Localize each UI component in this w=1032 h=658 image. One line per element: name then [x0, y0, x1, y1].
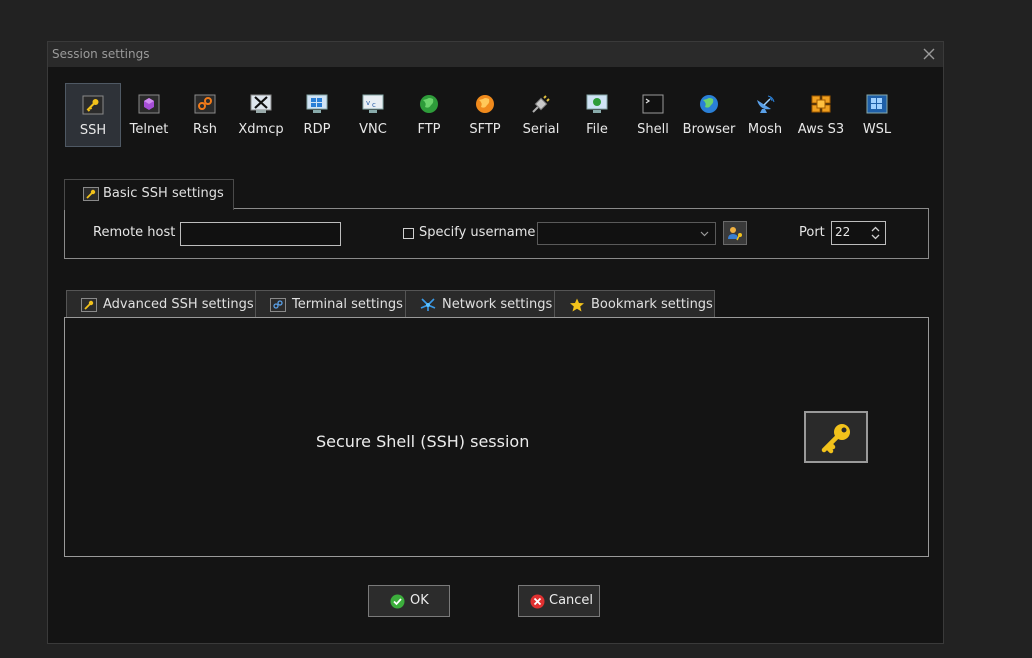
remote-host-label: Remote host *: [93, 225, 186, 240]
basic-settings-panel: Remote host * Specify username Port 22: [64, 208, 929, 259]
tab-label: Network settings: [442, 297, 553, 312]
session-type-label: Rsh: [192, 122, 218, 137]
telnet-icon: [138, 94, 160, 114]
chevron-down-icon: [700, 231, 709, 237]
close-button[interactable]: [921, 46, 937, 62]
session-type-label: SFTP: [469, 122, 501, 137]
green-globe-icon: [418, 94, 440, 114]
tab-label: Advanced SSH settings: [103, 297, 254, 312]
port-label: Port: [799, 225, 825, 240]
session-type-telnet[interactable]: Telnet: [121, 83, 177, 147]
session-type-ssh[interactable]: SSH: [65, 83, 121, 147]
serial-plug-icon: [530, 94, 552, 114]
dialog-title: Session settings: [52, 47, 150, 61]
port-value: 22: [835, 225, 851, 239]
aws-cubes-icon: [810, 94, 832, 114]
session-type-label: Shell: [637, 122, 669, 137]
key-icon: [821, 424, 850, 454]
network-icon: [420, 298, 436, 312]
windows-icon: [866, 94, 888, 114]
session-type-label: WSL: [862, 122, 892, 137]
svg-text:c: c: [372, 101, 376, 109]
session-type-rdp[interactable]: RDP: [289, 83, 345, 147]
svg-text:v: v: [366, 99, 370, 107]
session-type-badge: [804, 411, 868, 463]
session-type-label: File: [586, 122, 608, 137]
session-type-file[interactable]: File: [569, 83, 625, 147]
cancel-label: Cancel: [549, 593, 594, 608]
remote-host-input[interactable]: [180, 222, 341, 246]
key-icon: [81, 298, 97, 312]
session-type-label: Aws S3: [797, 122, 845, 137]
close-icon: [923, 48, 935, 60]
cancel-circle-icon: [530, 594, 545, 609]
session-type-browser[interactable]: Browser: [681, 83, 737, 147]
specify-username-label[interactable]: Specify username: [419, 225, 535, 240]
session-type-label: VNC: [359, 122, 387, 137]
tab-basic-ssh-settings[interactable]: Basic SSH settings: [64, 179, 234, 210]
session-type-aws-s3[interactable]: Aws S3: [793, 83, 849, 147]
session-type-label: Mosh: [747, 122, 783, 137]
key-icon: [83, 187, 99, 201]
session-type-serial[interactable]: Serial: [513, 83, 569, 147]
tab-network-settings[interactable]: Network settings: [405, 290, 555, 318]
tab-bookmark-settings[interactable]: Bookmark settings: [554, 290, 715, 318]
ok-label: OK: [410, 593, 429, 608]
session-type-xdmcp[interactable]: Xdmcp: [233, 83, 289, 147]
spinner-arrows-icon[interactable]: [871, 225, 880, 241]
key-icon: [82, 95, 104, 115]
x-display-icon: [250, 94, 272, 114]
user-manager-button[interactable]: [723, 221, 747, 245]
terminal-icon: [642, 94, 664, 114]
vnc-icon: vc: [362, 94, 384, 114]
tab-advanced-ssh-settings[interactable]: Advanced SSH settings: [66, 290, 256, 318]
session-type-label: FTP: [417, 122, 441, 137]
session-type-wsl[interactable]: WSL: [849, 83, 905, 147]
settings-content-panel: Secure Shell (SSH) session: [64, 317, 929, 557]
user-key-icon: [728, 227, 742, 241]
remote-desktop-icon: [306, 94, 328, 114]
session-description: Secure Shell (SSH) session: [316, 432, 530, 451]
session-type-vnc[interactable]: vc VNC: [345, 83, 401, 147]
session-type-label: SSH: [79, 123, 107, 138]
check-circle-icon: [390, 594, 405, 609]
tab-label: Terminal settings: [292, 297, 403, 312]
tab-label: Basic SSH settings: [103, 186, 224, 201]
session-type-rsh[interactable]: Rsh: [177, 83, 233, 147]
ok-button[interactable]: OK: [368, 585, 450, 617]
session-type-shell[interactable]: Shell: [625, 83, 681, 147]
tab-terminal-settings[interactable]: Terminal settings: [255, 290, 406, 318]
session-type-label: Serial: [522, 122, 560, 137]
session-type-sftp[interactable]: SFTP: [457, 83, 513, 147]
rsh-icon: [194, 94, 216, 114]
port-spinner[interactable]: 22: [831, 221, 886, 245]
session-type-mosh[interactable]: Mosh: [737, 83, 793, 147]
specify-username-checkbox[interactable]: [403, 228, 414, 239]
orange-globe-icon: [474, 94, 496, 114]
session-type-label: Browser: [682, 122, 736, 137]
session-settings-dialog: Session settings SSH Telnet Rsh Xdmcp RD…: [47, 41, 944, 644]
title-bar: Session settings: [48, 42, 943, 67]
star-icon: [569, 298, 585, 312]
tab-label: Bookmark settings: [591, 297, 713, 312]
cancel-button[interactable]: Cancel: [518, 585, 600, 617]
session-type-ftp[interactable]: FTP: [401, 83, 457, 147]
browser-globe-icon: [698, 94, 720, 114]
file-monitor-icon: [586, 94, 608, 114]
terminal-settings-icon: [270, 298, 286, 312]
satellite-dish-icon: [754, 94, 776, 114]
username-combo[interactable]: [537, 222, 716, 245]
session-type-label: RDP: [303, 122, 331, 137]
session-type-label: Xdmcp: [238, 122, 284, 137]
session-type-label: Telnet: [129, 122, 169, 137]
